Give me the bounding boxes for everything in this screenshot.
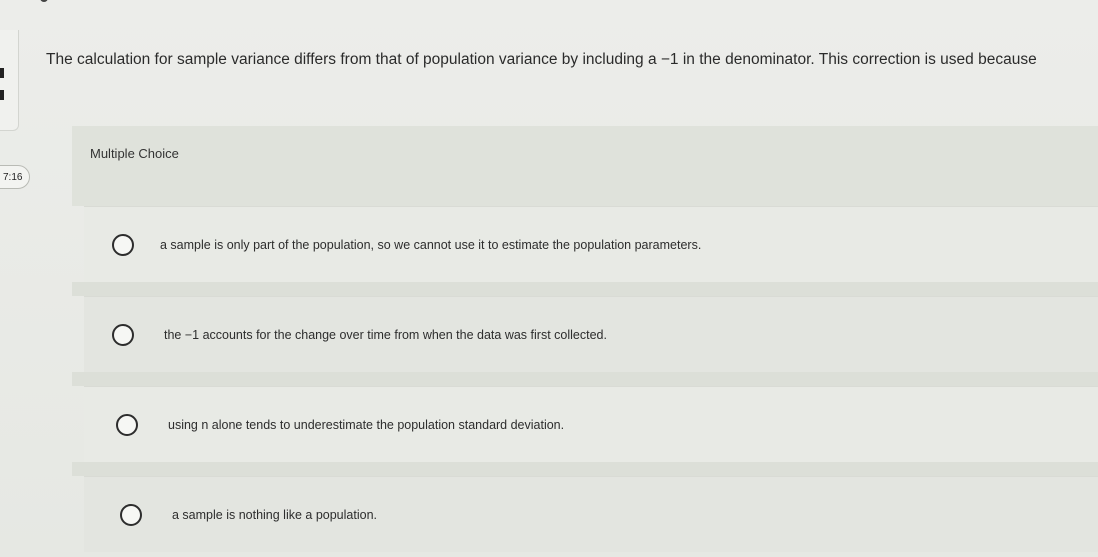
multiple-choice-label: Multiple Choice bbox=[90, 146, 179, 161]
choice-option-4[interactable]: a sample is nothing like a population. bbox=[84, 476, 1098, 552]
left-mark bbox=[0, 90, 4, 100]
radio-button-icon[interactable] bbox=[112, 233, 134, 256]
radio-button-icon[interactable] bbox=[112, 323, 134, 346]
option-divider bbox=[72, 372, 1098, 386]
choice-option-1[interactable]: a sample is only part of the population,… bbox=[84, 206, 1098, 282]
radio-button-icon[interactable] bbox=[120, 503, 142, 526]
top-dot-icon bbox=[40, 0, 48, 2]
timer-badge: 7:16 bbox=[0, 165, 30, 189]
left-mark bbox=[0, 68, 4, 78]
multiple-choice-header bbox=[72, 126, 1098, 206]
choice-option-3[interactable]: using n alone tends to underestimate the… bbox=[84, 386, 1098, 462]
left-panel-edge bbox=[0, 30, 19, 131]
option-divider bbox=[72, 282, 1098, 296]
quiz-page: The calculation for sample variance diff… bbox=[0, 0, 1098, 557]
radio-button-icon[interactable] bbox=[116, 413, 138, 436]
choice-label: a sample is only part of the population,… bbox=[160, 237, 702, 252]
choice-label: a sample is nothing like a population. bbox=[172, 507, 377, 522]
choice-option-2[interactable]: the −1 accounts for the change over time… bbox=[84, 296, 1098, 372]
choice-label: the −1 accounts for the change over time… bbox=[164, 327, 607, 342]
question-text: The calculation for sample variance diff… bbox=[46, 51, 1037, 68]
option-divider bbox=[72, 462, 1098, 476]
choice-label: using n alone tends to underestimate the… bbox=[168, 417, 565, 432]
